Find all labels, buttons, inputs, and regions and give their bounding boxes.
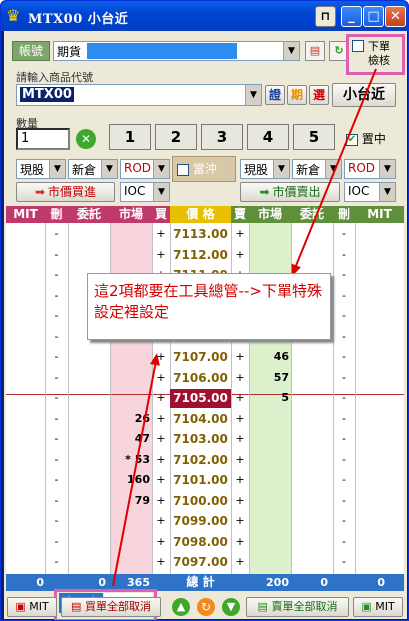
arrow-line-bottom	[112, 360, 157, 587]
order-window: ♛ MTX00 小台近 ⊓ _ □ ✕ 帳號 期貨 ▼ ▤ ↻ 下單 檢核 請輸…	[0, 0, 409, 621]
arrow-line-top	[292, 68, 377, 274]
arrow-head-bottom	[150, 353, 160, 366]
annotation-callout: 這2項都要在工具總管-->下單特殊設定裡設定	[87, 273, 331, 340]
